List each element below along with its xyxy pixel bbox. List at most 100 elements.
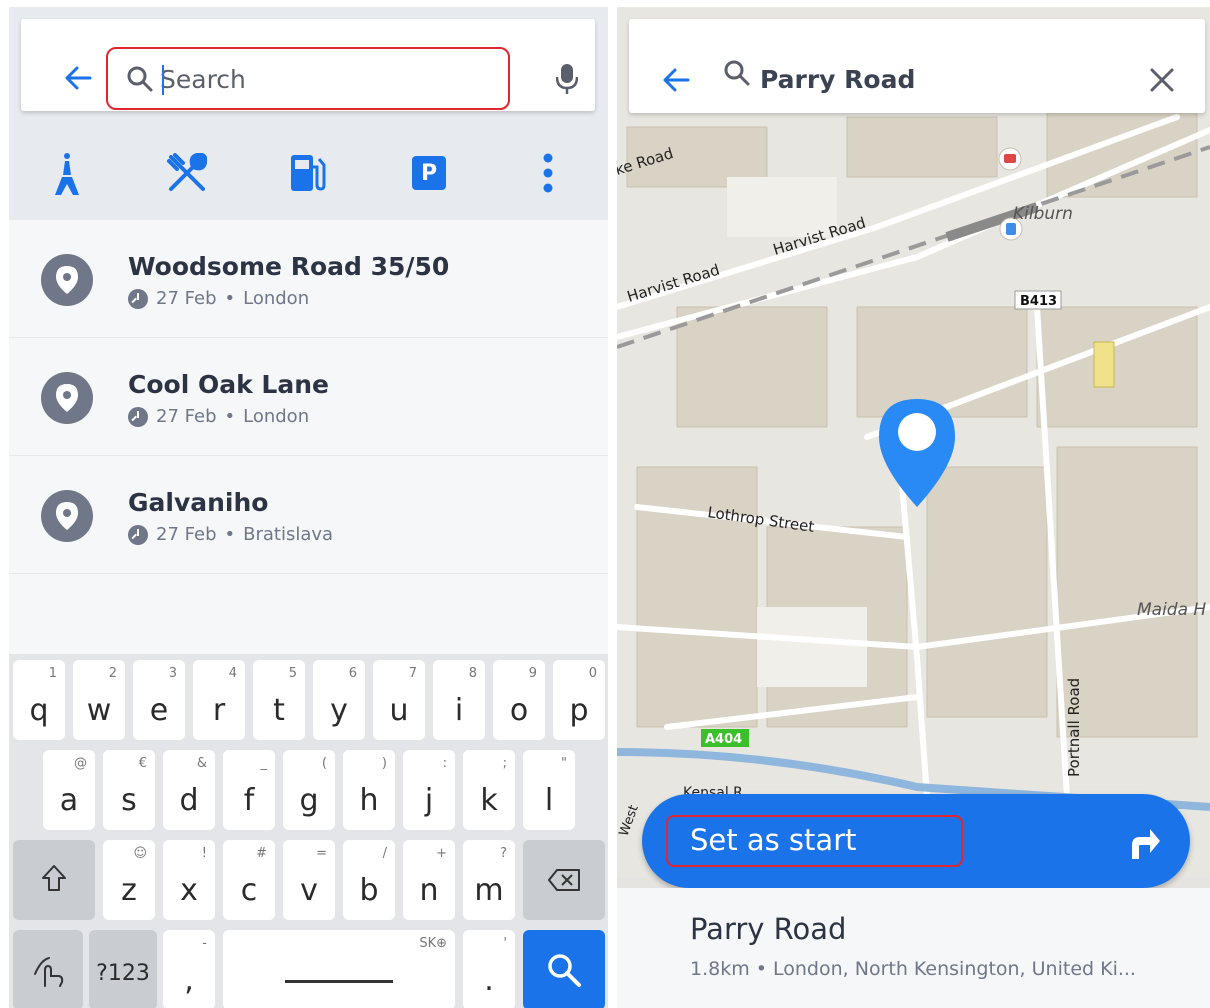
separator-dot: •: [224, 288, 236, 309]
list-item-city: London: [243, 406, 310, 427]
search-icon: [724, 60, 750, 86]
key-z[interactable]: ☺ z: [103, 840, 155, 920]
search-field[interactable]: [106, 47, 510, 110]
map-view[interactable]: Harvist Road Harvist Road ke Road Kilbur…: [617, 7, 1210, 877]
back-arrow-icon[interactable]: [661, 66, 691, 94]
text-cursor: [162, 65, 164, 95]
search-icon: [127, 66, 153, 92]
key-e[interactable]: 3e: [133, 660, 185, 740]
more-vertical-icon: [543, 153, 553, 193]
recent-searches-list: Woodsome Road 35/50 27 Feb • London Cool…: [9, 220, 608, 574]
separator-dot: •: [224, 406, 236, 427]
list-item[interactable]: Galvaniho 27 Feb • Bratislava: [9, 456, 608, 574]
key-p[interactable]: 0p: [553, 660, 605, 740]
tourism-icon: [55, 153, 79, 195]
key-g[interactable]: (g: [283, 750, 335, 830]
place-name: Parry Road: [690, 912, 847, 946]
shift-icon: [42, 865, 66, 891]
list-item-date: 27 Feb: [156, 288, 217, 309]
list-item-meta: 27 Feb • London: [128, 288, 309, 309]
category-parking[interactable]: P: [403, 147, 455, 199]
key-m[interactable]: ? m: [463, 840, 515, 920]
back-arrow-icon[interactable]: [63, 63, 93, 93]
parking-icon: P: [412, 156, 446, 190]
parking-label: P: [420, 160, 438, 186]
search-screen: P Woodsome Road 35/50 27 Feb • London: [9, 7, 608, 1008]
key-s[interactable]: € s: [103, 750, 155, 830]
search-input[interactable]: [160, 61, 490, 97]
list-item-title: Galvaniho: [128, 488, 269, 517]
set-as-start-label: Set as start: [690, 823, 857, 857]
key-v[interactable]: = v: [283, 840, 335, 920]
on-screen-keyboard: 1q 2w 3e 4r 5t 6y 7u 8i 9o 0p @ a € s & d _…: [9, 654, 608, 1008]
list-item-meta: 27 Feb • London: [128, 406, 309, 427]
space-bar-line: [285, 980, 393, 983]
clock-icon: [128, 524, 148, 545]
key-f[interactable]: _ f: [223, 750, 275, 830]
search-query[interactable]: Parry Road: [760, 65, 915, 94]
key-x[interactable]: ! x: [163, 840, 215, 920]
gesture-hand-icon: [34, 957, 64, 987]
location-pin-icon: [41, 372, 93, 424]
backspace-icon: [548, 869, 580, 891]
set-as-start-button[interactable]: Set as start: [642, 794, 1190, 888]
key-w[interactable]: 2w: [73, 660, 125, 740]
list-item-meta: 27 Feb • Bratislava: [128, 524, 333, 545]
key-l[interactable]: " l: [523, 750, 575, 830]
search-bar: [21, 19, 595, 111]
clock-icon: [128, 406, 148, 427]
place-address: 1.8km • London, North Kensington, United…: [690, 958, 1136, 980]
fuel-station-icon: [291, 155, 326, 191]
location-pin-icon: [41, 254, 93, 306]
separator-dot: •: [224, 524, 236, 545]
category-tourism[interactable]: [41, 147, 93, 199]
keyboard-search-key[interactable]: [523, 930, 605, 1008]
key-t[interactable]: 5t: [253, 660, 305, 740]
list-item-date: 27 Feb: [156, 406, 217, 427]
clock-icon: [128, 288, 148, 309]
category-more[interactable]: [522, 147, 574, 199]
key-d[interactable]: & d: [163, 750, 215, 830]
list-item-city: Bratislava: [243, 524, 334, 545]
place-info-card: Parry Road 1.8km • London, North Kensing…: [617, 888, 1210, 1008]
map-label-portnall-road: Portnall Road: [1065, 678, 1083, 777]
gesture-typing-key[interactable]: [13, 930, 83, 1008]
list-item-city: London: [243, 288, 310, 309]
list-item-date: 27 Feb: [156, 524, 217, 545]
backspace-key[interactable]: [523, 840, 605, 920]
key-q[interactable]: 1q: [13, 660, 65, 740]
list-item[interactable]: Cool Oak Lane 27 Feb • London: [9, 338, 608, 456]
space-key[interactable]: SK⊕: [223, 930, 455, 1008]
key-n[interactable]: + n: [403, 840, 455, 920]
search-header: P: [9, 7, 608, 220]
close-icon[interactable]: [1149, 67, 1175, 93]
key-a[interactable]: @ a: [43, 750, 95, 830]
category-fuel[interactable]: [282, 147, 334, 199]
category-restaurant[interactable]: [161, 147, 213, 199]
map-label-kilburn: Kilburn: [1013, 204, 1073, 224]
key-u[interactable]: 7u: [373, 660, 425, 740]
map-label-a404: A404: [705, 732, 742, 747]
list-item[interactable]: Woodsome Road 35/50 27 Feb • London: [9, 220, 608, 338]
key-k[interactable]: ; k: [463, 750, 515, 830]
key-j[interactable]: :j: [403, 750, 455, 830]
key-i[interactable]: 8i: [433, 660, 485, 740]
restaurant-icon: [167, 153, 207, 191]
key-b[interactable]: / b: [343, 840, 395, 920]
comma-key[interactable]: -,: [163, 930, 215, 1008]
route-arrow-icon: [1132, 829, 1160, 859]
list-item-title: Cool Oak Lane: [128, 370, 329, 399]
key-o[interactable]: 9o: [493, 660, 545, 740]
list-item-title: Woodsome Road 35/50: [128, 252, 450, 281]
period-key[interactable]: '.: [463, 930, 515, 1008]
map-label-maida: Maida H: [1137, 600, 1206, 620]
category-shortcuts: P: [9, 147, 608, 207]
key-c[interactable]: # c: [223, 840, 275, 920]
key-y[interactable]: 6y: [313, 660, 365, 740]
shift-key[interactable]: [13, 840, 95, 920]
location-pin-icon: [41, 490, 93, 542]
key-h[interactable]: ) h: [343, 750, 395, 830]
microphone-icon[interactable]: [556, 63, 578, 95]
numeric-switch-key[interactable]: ?123: [89, 930, 157, 1008]
key-r[interactable]: 4r: [193, 660, 245, 740]
